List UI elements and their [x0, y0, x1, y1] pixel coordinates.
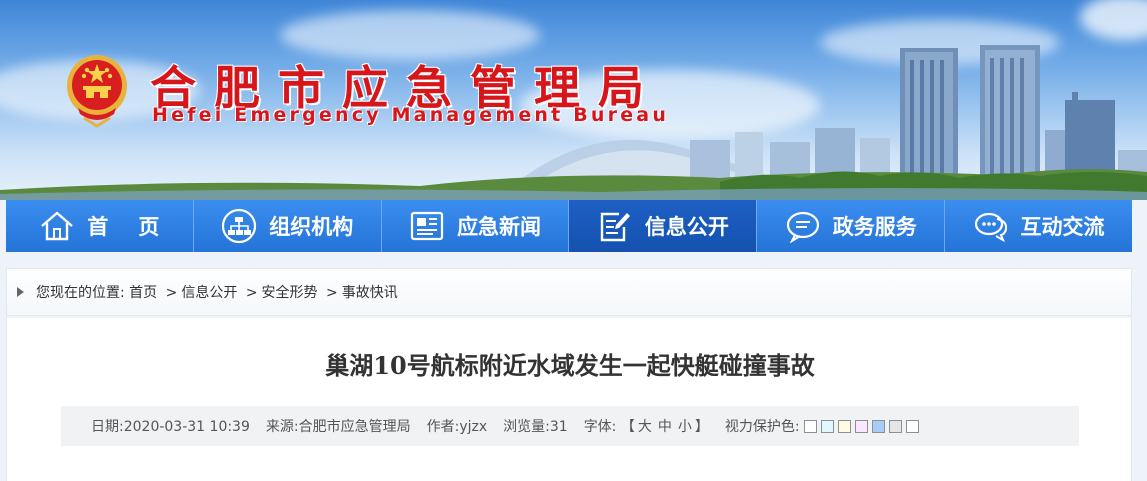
meta-author-value: yjzx [459, 419, 488, 435]
eye-color-swatch[interactable] [871, 419, 885, 433]
breadcrumb-separator: > [245, 285, 258, 301]
font-size-medium-button[interactable]: 中 [658, 419, 672, 435]
breadcrumb-link-home[interactable]: 首页 [129, 285, 157, 301]
breadcrumb-link-safety-situation[interactable]: 安全形势 [262, 285, 318, 301]
nav-item-gov-services[interactable]: 政务服务 [757, 200, 946, 252]
meta-author-label: 作者: [426, 419, 460, 435]
main-navigation: 首页 组织机构 应急新闻 信息公开 政务服务 互动交流 [6, 200, 1132, 252]
meta-views: 浏览量:31 [503, 416, 568, 436]
edit-document-icon [597, 208, 633, 244]
meta-views-label: 浏览量: [503, 419, 550, 435]
newspaper-icon [409, 208, 445, 244]
article-meta-bar: 日期:2020-03-31 10:39 来源:合肥市应急管理局 作者:yjzx … [61, 406, 1079, 446]
font-size-small-button[interactable]: 小 [678, 419, 692, 435]
meta-views-value: 31 [549, 419, 568, 435]
meta-source-label: 来源: [265, 419, 299, 435]
eye-protection-label: 视力保护色: [724, 419, 800, 435]
nav-label: 组织机构 [269, 215, 354, 239]
nav-label: 互动交流 [1020, 215, 1105, 239]
header-banner: 合肥市应急管理局 Hefei Emergency Management Bure… [0, 0, 1147, 200]
eye-color-swatch[interactable] [854, 419, 868, 433]
nav-item-news[interactable]: 应急新闻 [381, 200, 570, 252]
eye-color-swatch[interactable] [905, 419, 919, 433]
nav-item-organization[interactable]: 组织机构 [193, 200, 382, 252]
font-size-bracket-close: 】 [694, 419, 709, 435]
breadcrumb-separator: > [326, 285, 338, 301]
triangle-right-icon [17, 287, 24, 297]
eye-color-swatch[interactable] [888, 419, 902, 433]
meta-date-label: 日期: [91, 419, 124, 435]
breadcrumb-prefix: 您现在的位置: [36, 285, 125, 301]
meta-date-value: 2020-03-31 10:39 [123, 419, 250, 435]
site-title: 合肥市应急管理局 [150, 61, 662, 115]
meta-source-value: 合肥市应急管理局 [298, 419, 411, 435]
chat-dots-icon [973, 208, 1009, 244]
nav-label: 信息公开 [644, 215, 729, 239]
article-title: 巢湖10号航标附近水域发生一起快艇碰撞事故 [325, 351, 815, 380]
nav-label: 首页 [87, 215, 190, 239]
national-emblem-icon [67, 55, 127, 128]
font-size-large-button[interactable]: 大 [638, 419, 652, 435]
article-container: 巢湖10号航标附近水域发生一起快艇碰撞事故 日期:2020-03-31 10:3… [6, 318, 1132, 481]
nav-label: 政务服务 [832, 215, 917, 239]
meta-source: 来源:合肥市应急管理局 [266, 416, 411, 436]
home-icon [39, 208, 75, 244]
eye-protection-swatches [803, 419, 919, 433]
breadcrumb-separator: > [165, 285, 178, 301]
meta-author: 作者:yjzx [427, 416, 488, 436]
meta-date: 日期:2020-03-31 10:39 [91, 416, 250, 436]
chat-bubble-icon [785, 208, 821, 244]
font-size-label: 字体: [583, 419, 617, 435]
breadcrumb-trail: 您现在的位置: 首页 > 信息公开 > 安全形势 > 事故快讯 [36, 282, 398, 302]
meta-font-size: 字体: 【大中小】 [584, 416, 709, 436]
eye-color-swatch[interactable] [837, 419, 851, 433]
font-size-bracket-open: 【 [620, 419, 635, 435]
breadcrumb: 您现在的位置: 首页 > 信息公开 > 安全形势 > 事故快讯 [6, 268, 1132, 316]
nav-item-home[interactable]: 首页 [6, 200, 194, 252]
nav-item-info-disclosure[interactable]: 信息公开 [569, 200, 758, 252]
eye-color-swatch[interactable] [803, 419, 817, 433]
eye-color-swatch[interactable] [820, 419, 834, 433]
nav-label: 应急新闻 [457, 215, 542, 239]
breadcrumb-link-info-disclosure[interactable]: 信息公开 [181, 285, 237, 301]
nav-item-interaction[interactable]: 互动交流 [945, 200, 1132, 252]
org-chart-icon [221, 208, 257, 244]
site-subtitle: Hefei Emergency Management Bureau [152, 104, 670, 126]
breadcrumb-link-accident-news[interactable]: 事故快讯 [342, 285, 398, 301]
